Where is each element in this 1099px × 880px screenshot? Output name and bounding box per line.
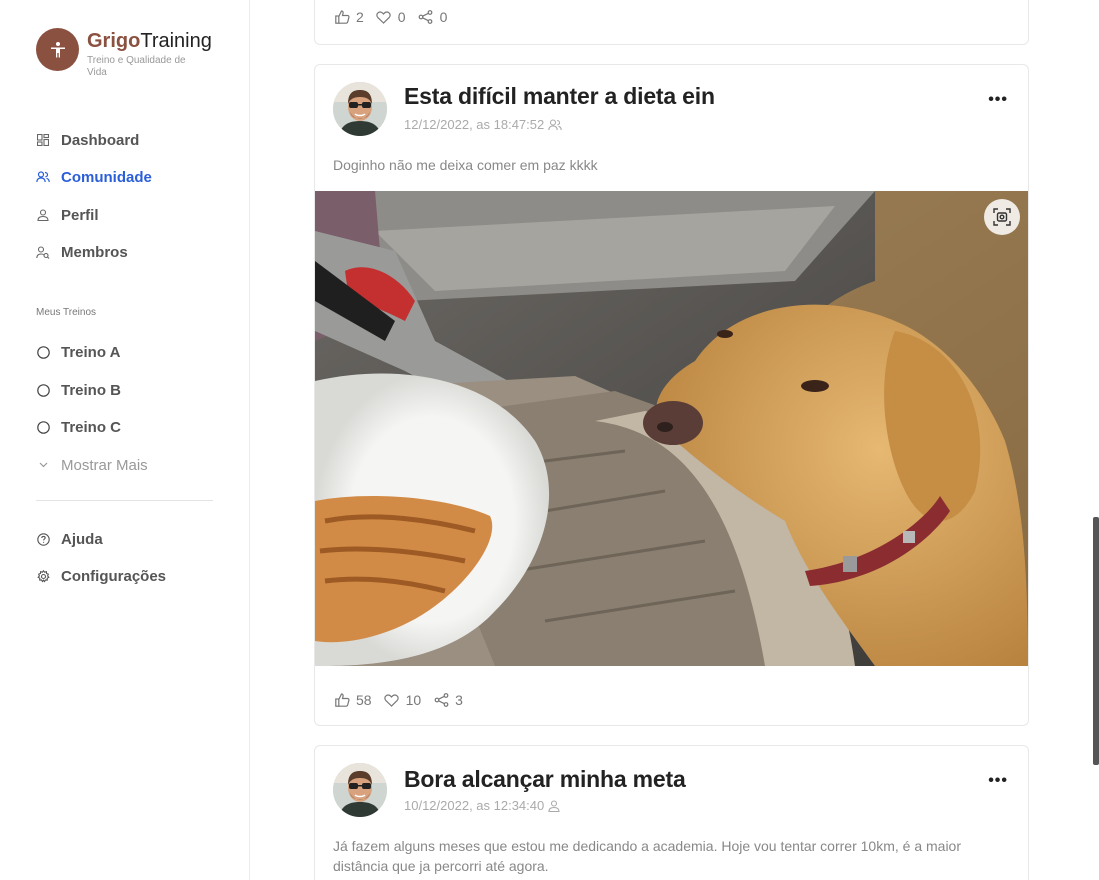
post-title: Esta difícil manter a dieta ein xyxy=(404,83,715,109)
heart-icon xyxy=(384,692,400,708)
more-options-button[interactable]: ••• xyxy=(988,772,1008,790)
like-count: 2 xyxy=(356,9,364,25)
group-icon xyxy=(548,118,562,132)
brand-subtitle: Treino e Qualidade de Vida xyxy=(87,55,186,78)
chevron-down-icon xyxy=(36,458,50,472)
nav-item-comunidade[interactable]: Comunidade xyxy=(36,167,216,187)
heart-icon xyxy=(376,9,392,25)
share-count: 0 xyxy=(439,9,448,25)
help-icon xyxy=(36,532,50,546)
share-button[interactable]: 3 xyxy=(433,692,463,708)
post-meta: 10/12/2022, as 12:34:40 xyxy=(404,798,562,813)
post-card: 2 0 0 xyxy=(314,0,1029,45)
brand-name: GrigoTraining xyxy=(87,30,212,52)
nav-label-membros: Membros xyxy=(61,243,128,261)
post-title: Bora alcançar minha meta xyxy=(404,766,686,792)
share-count: 3 xyxy=(455,692,463,708)
person-arms-open-icon xyxy=(50,41,65,57)
scrollbar[interactable] xyxy=(1093,517,1099,765)
show-more-button[interactable]: Mostrar Mais xyxy=(36,455,216,475)
like-button[interactable]: 58 xyxy=(334,692,372,708)
post-timestamp: 10/12/2022, as 12:34:40 xyxy=(404,798,545,813)
brand[interactable]: GrigoTraining Treino e Qualidade de Vida xyxy=(36,28,212,79)
post-text: Já fazem alguns meses que estou me dedic… xyxy=(333,838,961,874)
post-stats: 58 10 3 xyxy=(334,692,475,708)
share-icon xyxy=(418,9,434,25)
nav-item-membros[interactable]: Membros xyxy=(36,242,216,262)
post-meta: 12/12/2022, as 18:47:52 xyxy=(404,117,562,132)
gear-icon xyxy=(36,569,50,583)
avatar[interactable] xyxy=(333,82,387,136)
user-icon xyxy=(548,799,562,813)
nav-item-dashboard[interactable]: Dashboard xyxy=(36,130,216,150)
show-more-label: Mostrar Mais xyxy=(61,456,148,474)
heart-count: 0 xyxy=(397,9,406,25)
nav-item-ajuda[interactable]: Ajuda xyxy=(36,529,216,549)
heart-button[interactable]: 10 xyxy=(384,692,422,708)
brand-name-rest: Training xyxy=(140,30,212,52)
image-focus-button[interactable] xyxy=(984,199,1020,235)
post-card: Esta difícil manter a dieta ein 12/12/20… xyxy=(314,64,1029,726)
circle-icon xyxy=(36,345,50,359)
sidebar: GrigoTraining Treino e Qualidade de Vida… xyxy=(0,0,250,880)
sidebar-divider xyxy=(36,500,213,501)
nav-label-comunidade: Comunidade xyxy=(61,168,152,186)
thumbs-up-icon xyxy=(334,9,350,25)
circle-icon xyxy=(36,383,50,397)
nav-label-ajuda: Ajuda xyxy=(61,530,103,548)
section-title-meus-treinos: Meus Treinos xyxy=(36,307,97,318)
user-icon xyxy=(36,208,50,222)
dashboard-icon xyxy=(36,133,50,147)
focus-scan-icon xyxy=(993,208,1011,226)
nav-label-configuracoes: Configurações xyxy=(61,567,167,585)
heart-count: 10 xyxy=(405,692,422,708)
like-count: 58 xyxy=(356,692,372,708)
nav-item-treino-b[interactable]: Treino B xyxy=(36,380,216,400)
more-options-button[interactable]: ••• xyxy=(988,91,1008,109)
nav-item-configuracoes[interactable]: Configurações xyxy=(36,566,216,586)
share-button[interactable]: 0 xyxy=(418,9,448,25)
avatar[interactable] xyxy=(333,763,387,817)
circle-icon xyxy=(36,420,50,434)
brand-name-accent: Grigo xyxy=(87,30,141,52)
dog-photo xyxy=(315,191,1028,666)
members-icon xyxy=(36,245,50,259)
nav-label-treino-a: Treino A xyxy=(61,343,121,361)
thumbs-up-icon xyxy=(334,692,350,708)
post-timestamp: 12/12/2022, as 18:47:52 xyxy=(404,117,545,132)
nav-label-treino-b: Treino B xyxy=(61,381,122,399)
post-stats: 2 0 0 xyxy=(334,9,459,25)
post-card: Bora alcançar minha meta 10/12/2022, as … xyxy=(314,745,1029,880)
nav-item-perfil[interactable]: Perfil xyxy=(36,205,216,225)
brand-logo xyxy=(36,28,79,71)
community-icon xyxy=(36,170,50,184)
post-text: Doginho não me deixa comer em paz kkkk xyxy=(333,157,598,173)
heart-button[interactable]: 0 xyxy=(376,9,406,25)
nav-label-perfil: Perfil xyxy=(61,206,99,224)
nav-label-dashboard: Dashboard xyxy=(61,131,140,149)
nav-item-treino-c[interactable]: Treino C xyxy=(36,417,216,437)
post-image[interactable] xyxy=(315,191,1028,666)
share-icon xyxy=(433,692,449,708)
nav-label-treino-c: Treino C xyxy=(61,418,122,436)
like-button[interactable]: 2 xyxy=(334,9,364,25)
nav-item-treino-a[interactable]: Treino A xyxy=(36,342,216,362)
